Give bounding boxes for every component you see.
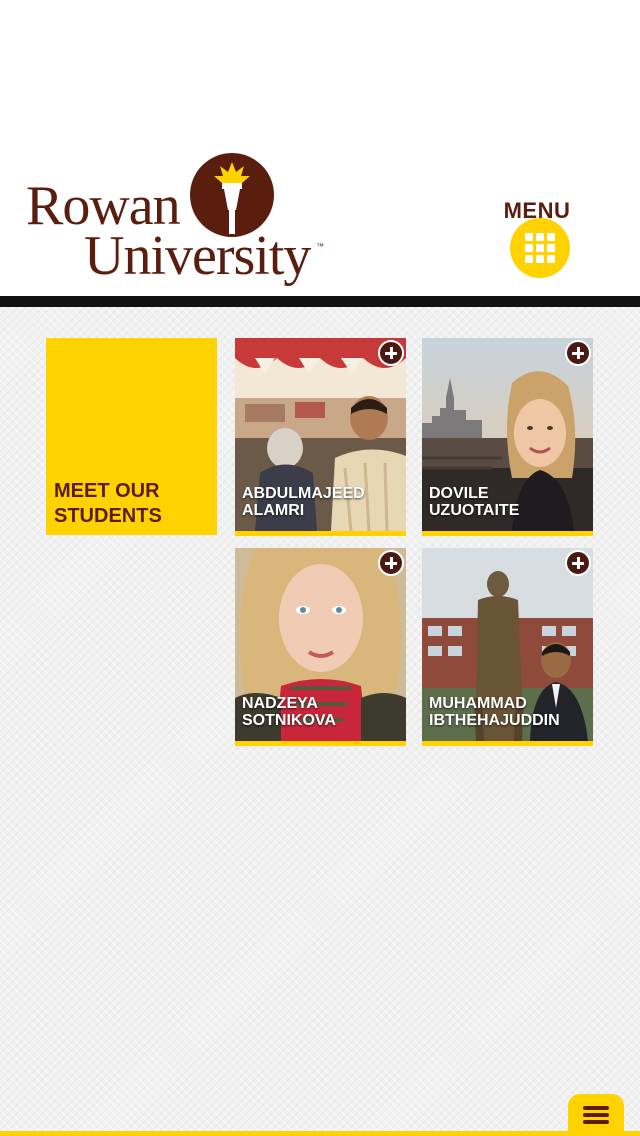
site-header: Rowan University ™ MENU <box>0 0 640 296</box>
student-name: DOVILE UZUOTAITE <box>429 485 589 519</box>
grid-icon <box>525 233 555 263</box>
student-name-line2: UZUOTAITE <box>429 502 520 519</box>
menu-circle <box>510 218 570 278</box>
logo-trademark: ™ <box>316 242 324 251</box>
meet-our-students-tile: MEET OUR STUDENTS <box>46 338 217 535</box>
student-name-line1: MUHAMMAD <box>429 695 527 712</box>
section-title-line1: MEET OUR <box>54 480 160 502</box>
plus-icon[interactable] <box>378 550 404 576</box>
student-card-abdulmajeed-alamri[interactable]: ABDULMAJEED ALAMRI <box>235 338 406 536</box>
menu-button[interactable]: MENU <box>500 198 580 280</box>
student-name-line1: DOVILE <box>429 485 489 502</box>
plus-icon[interactable] <box>565 550 591 576</box>
hamburger-icon <box>583 1106 609 1124</box>
student-name-line2: ALAMRI <box>242 502 305 519</box>
plus-icon[interactable] <box>378 340 404 366</box>
student-card-dovile-uzuotaite[interactable]: DOVILE UZUOTAITE <box>422 338 593 536</box>
student-name: ABDULMAJEED ALAMRI <box>242 485 402 519</box>
rowan-university-logo[interactable]: Rowan University ™ <box>26 150 326 290</box>
footer-menu-tab[interactable] <box>568 1094 624 1134</box>
section-title-line2: STUDENTS <box>54 505 162 527</box>
footer-bar <box>0 1131 640 1136</box>
student-name-line2: SOTNIKOVA <box>242 712 336 729</box>
student-card-nadzeya-sotnikova[interactable]: NADZEYA SOTNIKOVA <box>235 548 406 746</box>
student-name: NADZEYA SOTNIKOVA <box>242 695 402 729</box>
student-name: MUHAMMAD IBTHEHAJUDDIN <box>429 695 589 729</box>
plus-icon[interactable] <box>565 340 591 366</box>
student-name-line1: ABDULMAJEED <box>242 485 365 502</box>
student-name-line1: NADZEYA <box>242 695 318 712</box>
student-card-muhammad-ibthehajuddin[interactable]: MUHAMMAD IBTHEHAJUDDIN <box>422 548 593 746</box>
section-title: MEET OUR STUDENTS <box>54 479 214 529</box>
logo-text-university: University <box>84 225 311 287</box>
student-name-line2: IBTHEHAJUDDIN <box>429 712 560 729</box>
